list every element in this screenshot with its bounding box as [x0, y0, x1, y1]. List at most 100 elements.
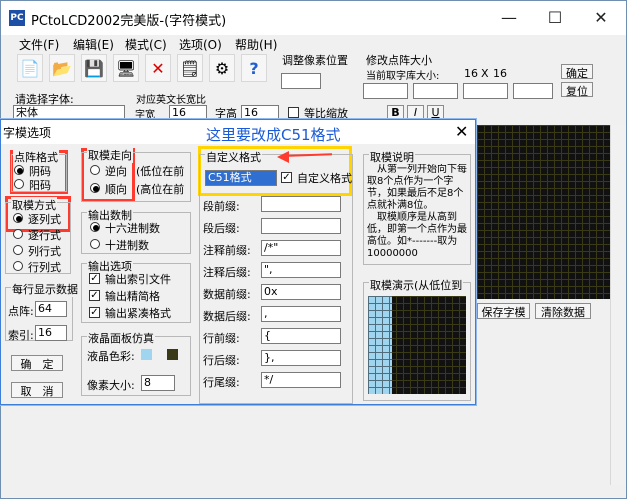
- take-direction-title: 取模走向: [87, 147, 133, 163]
- dot-format-yinma-radio[interactable]: [14, 165, 24, 175]
- confirm-button[interactable]: 确定: [561, 64, 593, 80]
- menu-options[interactable]: 选项(O): [179, 36, 222, 53]
- take-demo-title: 取模演示(从低位到: [369, 277, 464, 293]
- dot-format-yangma-label: 阳码: [29, 179, 51, 192]
- custom-field-3[interactable]: ",: [261, 262, 341, 278]
- take-direction-reverse-note: (低位在前: [136, 165, 185, 178]
- edit-dot-size-label: 修改点阵大小: [366, 54, 432, 67]
- take-mode-column-radio[interactable]: [13, 213, 23, 223]
- custom-field-5[interactable]: ,: [261, 306, 341, 322]
- dialog-close-button[interactable]: ✕: [455, 122, 468, 141]
- take-mode-row-label: 逐行式: [28, 229, 61, 242]
- menu-file[interactable]: 文件(F): [19, 36, 59, 53]
- help-icon[interactable]: ?: [241, 54, 267, 82]
- output-base-hex-radio[interactable]: [90, 222, 100, 232]
- output-index-label: 输出索引文件: [105, 273, 171, 286]
- ratio-hint: 对应英文长宽比: [136, 95, 206, 106]
- size-x-sign: X: [481, 67, 489, 80]
- custom-field-4[interactable]: 0x: [261, 284, 341, 300]
- output-index-checkbox[interactable]: ✓: [89, 273, 100, 284]
- take-explain-text: 从第一列开始向下每取8个点作为一个字节，如果最后不足8个点就补满8位。 取模顺序…: [367, 164, 467, 259]
- maximize-button[interactable]: ☐: [532, 1, 578, 35]
- pixel-size-label: 像素大小:: [87, 379, 135, 392]
- lcd-preview-grid[interactable]: [477, 125, 613, 299]
- output-base-hex-label: 十六进制数: [105, 222, 160, 235]
- adjust-pixel-label: 调整像素位置: [282, 54, 348, 67]
- ok-button[interactable]: 确 定: [11, 355, 63, 371]
- take-demo-highlight: [368, 296, 392, 394]
- new-icon[interactable]: 📄: [17, 54, 43, 82]
- custom-format-select[interactable]: C51格式: [205, 170, 277, 186]
- lcd-panel-title: 液晶面板仿真: [87, 330, 155, 346]
- save-icon[interactable]: 💾: [81, 54, 107, 82]
- take-explain-title: 取模说明: [369, 149, 415, 165]
- dialog-title: 字模选项: [3, 126, 52, 140]
- custom-field-label-8: 行尾缀:: [203, 376, 240, 389]
- per-line-dot-label: 点阵:: [8, 305, 34, 318]
- menu-bar: 文件(F) 编辑(E) 模式(C) 选项(O) 帮助(H): [1, 35, 626, 53]
- custom-field-label-4: 数据前缀:: [203, 288, 251, 301]
- output-compact-label: 输出精简格: [105, 290, 160, 303]
- custom-format-label: 自定义格式: [297, 172, 352, 185]
- notes-icon[interactable]: 🗒: [177, 54, 203, 82]
- custom-field-label-7: 行后缀:: [203, 354, 240, 367]
- cancel-button[interactable]: 取 消: [11, 382, 63, 398]
- take-mode-column-row-label: 列行式: [28, 245, 61, 258]
- lcd-color-label: 液晶色彩:: [87, 350, 135, 363]
- custom-field-0[interactable]: [261, 196, 341, 212]
- custom-format-checkbox[interactable]: ✓: [281, 172, 292, 183]
- take-direction-forward-radio[interactable]: [90, 183, 100, 193]
- font-options-dialog: 字模选项 ✕ 这里要改成C51格式 点阵格式 阴码 阳码 取模方式 逐列式 逐行…: [0, 119, 476, 405]
- take-mode-row-column-radio[interactable]: [13, 261, 23, 271]
- app-icon: PC: [9, 10, 25, 26]
- lcd-light-swatch[interactable]: [141, 349, 152, 360]
- custom-field-label-6: 行前缀:: [203, 332, 240, 345]
- menu-help[interactable]: 帮助(H): [235, 36, 277, 53]
- menu-mode[interactable]: 模式(C): [125, 36, 167, 53]
- open-folder-icon[interactable]: 📂: [49, 54, 75, 82]
- per-line-index-label: 索引:: [8, 329, 34, 342]
- dot-format-yangma-radio[interactable]: [14, 179, 24, 189]
- settings-icon[interactable]: 🖥: [113, 54, 139, 82]
- custom-field-7[interactable]: },: [261, 350, 341, 366]
- take-mode-column-row-radio[interactable]: [13, 245, 23, 255]
- custom-field-label-2: 注释前缀:: [203, 244, 251, 257]
- take-mode-row-radio[interactable]: [13, 229, 23, 239]
- dot-extra-input[interactable]: [463, 83, 508, 99]
- pixel-adjust-up[interactable]: [281, 73, 321, 89]
- annotation-text: 这里要改成C51格式: [206, 126, 341, 144]
- minimize-button[interactable]: —: [486, 1, 532, 35]
- restore-button[interactable]: 复位: [561, 82, 593, 98]
- gear-icon[interactable]: ⚙: [209, 54, 235, 82]
- per-line-title: 每行显示数据: [11, 281, 79, 297]
- custom-field-6[interactable]: {: [261, 328, 341, 344]
- annotation-arrow-head: [277, 151, 289, 163]
- take-direction-reverse-radio[interactable]: [90, 165, 100, 175]
- custom-field-2[interactable]: /*": [261, 240, 341, 256]
- proportional-checkbox[interactable]: [288, 107, 299, 118]
- delete-icon[interactable]: ✕: [145, 54, 171, 82]
- take-direction-forward-label: 顺向: [105, 183, 127, 196]
- output-base-dec-label: 十进制数: [105, 239, 149, 252]
- close-window-button[interactable]: ✕: [578, 1, 624, 35]
- current-height: 16: [493, 67, 507, 80]
- save-font-button[interactable]: 保存字模: [477, 303, 530, 319]
- take-direction-forward-note: (高位在前: [136, 183, 185, 196]
- menu-edit[interactable]: 编辑(E): [73, 36, 114, 53]
- clear-data-button[interactable]: 清除数据: [535, 303, 591, 319]
- per-line-index-select[interactable]: 16: [35, 325, 67, 341]
- custom-field-label-1: 段后缀:: [203, 222, 240, 235]
- lcd-dark-swatch[interactable]: [167, 349, 178, 360]
- pixel-size-select[interactable]: 8: [141, 375, 175, 391]
- scrollbar-vertical[interactable]: [610, 125, 626, 485]
- dot-extra-input-2[interactable]: [513, 83, 553, 99]
- custom-field-8[interactable]: */: [261, 372, 341, 388]
- output-base-dec-radio[interactable]: [90, 239, 100, 249]
- dot-width-input[interactable]: [363, 83, 408, 99]
- dot-height-input[interactable]: [413, 83, 458, 99]
- per-line-dot-select[interactable]: 64: [35, 301, 67, 317]
- take-mode-column-label: 逐列式: [28, 213, 61, 226]
- output-compact-checkbox[interactable]: ✓: [89, 290, 100, 301]
- output-tight-checkbox[interactable]: ✓: [89, 307, 100, 318]
- custom-field-1[interactable]: [261, 218, 341, 234]
